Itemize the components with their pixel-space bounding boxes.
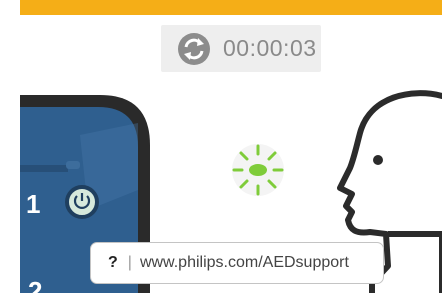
help-icon: ? <box>108 254 118 271</box>
sync-arrows-icon <box>178 33 210 65</box>
step-2-label: 2 <box>28 276 42 293</box>
aed-screen: 00:00:03 1 2 ? | www.philips.com/AEDsupp… <box>0 0 442 293</box>
elapsed-time-text: 00:00:03 <box>223 35 317 61</box>
elapsed-timer: 00:00:03 <box>161 25 321 72</box>
support-url-text[interactable]: www.philips.com/AEDsupport <box>140 254 349 272</box>
blinking-light-icon <box>232 144 284 196</box>
separator: | <box>127 254 132 271</box>
step-1-label: 1 <box>26 189 40 219</box>
power-button[interactable] <box>65 185 99 219</box>
support-url-box[interactable]: ? | www.philips.com/AEDsupport <box>90 242 384 284</box>
top-accent-bar <box>20 0 442 15</box>
